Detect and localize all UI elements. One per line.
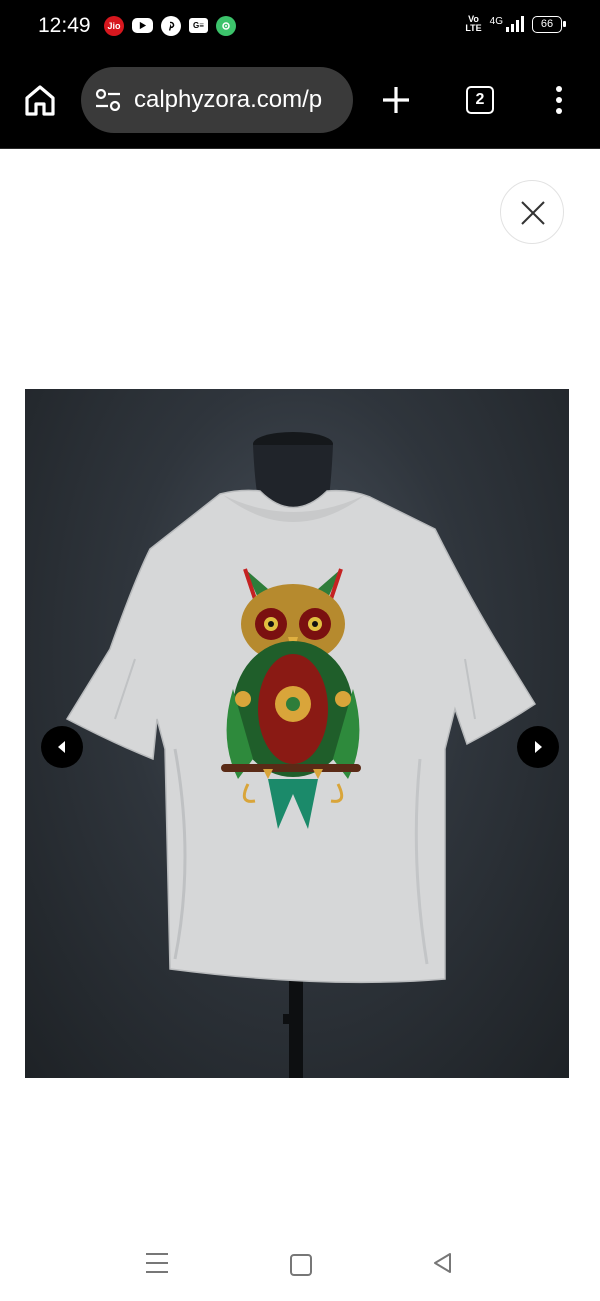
signal-icon xyxy=(506,16,524,32)
close-icon xyxy=(521,201,545,225)
url-text[interactable]: calphyzora.com/p xyxy=(134,86,349,114)
back-icon xyxy=(434,1253,451,1273)
home-icon xyxy=(25,85,55,116)
recent-apps-button[interactable] xyxy=(146,1253,168,1273)
pinterest-icon xyxy=(161,16,181,36)
battery-indicator: 66 xyxy=(532,15,566,33)
browser-toolbar: calphyzora.com/p 2 xyxy=(0,52,600,149)
back-button[interactable] xyxy=(432,1252,454,1279)
volte-indicator: Vo LTE xyxy=(465,14,482,33)
address-bar[interactable]: calphyzora.com/p xyxy=(81,67,353,133)
chevron-left-icon xyxy=(58,741,65,753)
gmail-icon: G≡ xyxy=(189,18,208,33)
chrome-icon xyxy=(216,16,236,36)
gallery-next-button[interactable] xyxy=(517,726,559,768)
new-tab-button[interactable] xyxy=(380,84,412,116)
tab-switcher-button[interactable]: 2 xyxy=(466,86,494,114)
close-lightbox-button[interactable] xyxy=(500,180,564,244)
chevron-right-icon xyxy=(535,741,542,753)
system-status: Vo LTE 4G 66 xyxy=(465,14,566,33)
status-time: 12:49 xyxy=(38,14,91,37)
home-button[interactable] xyxy=(22,82,58,118)
product-image xyxy=(25,389,569,1078)
youtube-icon xyxy=(132,18,153,33)
network-type: 4G xyxy=(489,15,503,27)
more-vert-icon xyxy=(556,86,562,92)
system-nav-bar xyxy=(0,1230,600,1301)
plus-icon xyxy=(383,87,409,113)
site-settings-icon[interactable] xyxy=(95,89,121,111)
jio-icon: Jio xyxy=(104,16,124,36)
status-bar: 12:49 Jio G≡ Vo LTE 4G 66 xyxy=(0,0,600,52)
gallery-prev-button[interactable] xyxy=(41,726,83,768)
home-nav-button[interactable] xyxy=(290,1254,312,1276)
more-menu-button[interactable] xyxy=(553,86,565,116)
notification-icons: Jio G≡ xyxy=(104,16,236,36)
